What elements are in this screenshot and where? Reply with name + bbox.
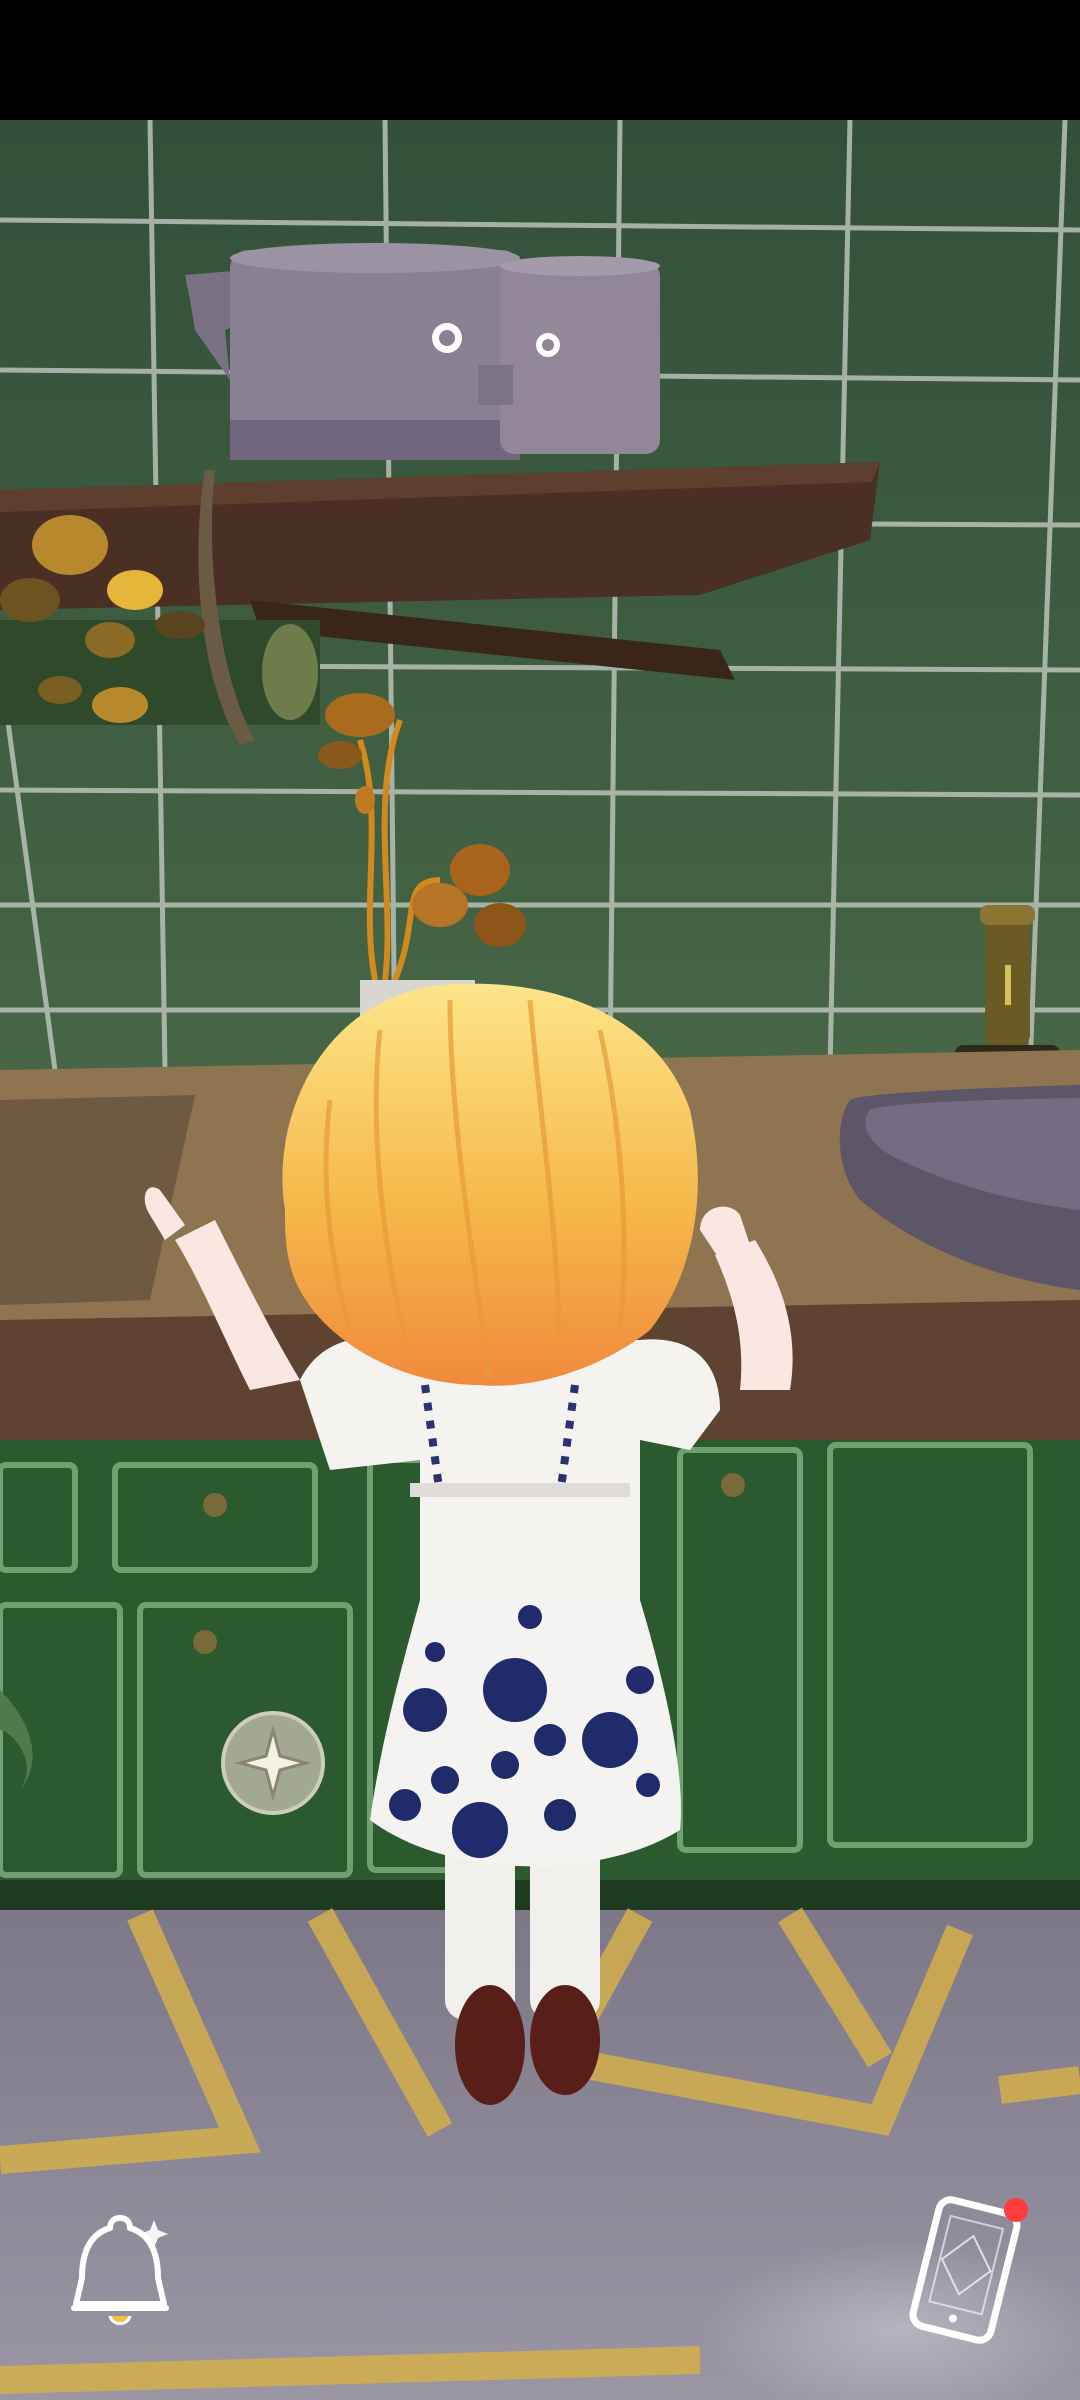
status-bar	[0, 0, 1080, 120]
phone-button[interactable]	[890, 2185, 1040, 2355]
bell-button[interactable]	[50, 2200, 190, 2340]
phone-icon	[909, 2196, 1028, 2344]
bell-icon	[71, 2215, 169, 2325]
pot-left	[185, 243, 520, 460]
compass-star-icon	[221, 1711, 325, 1815]
game-scene	[0, 0, 1080, 2400]
pot-right	[478, 256, 660, 454]
movement-joystick[interactable]	[218, 1708, 328, 1818]
notification-dot	[1004, 2198, 1028, 2222]
